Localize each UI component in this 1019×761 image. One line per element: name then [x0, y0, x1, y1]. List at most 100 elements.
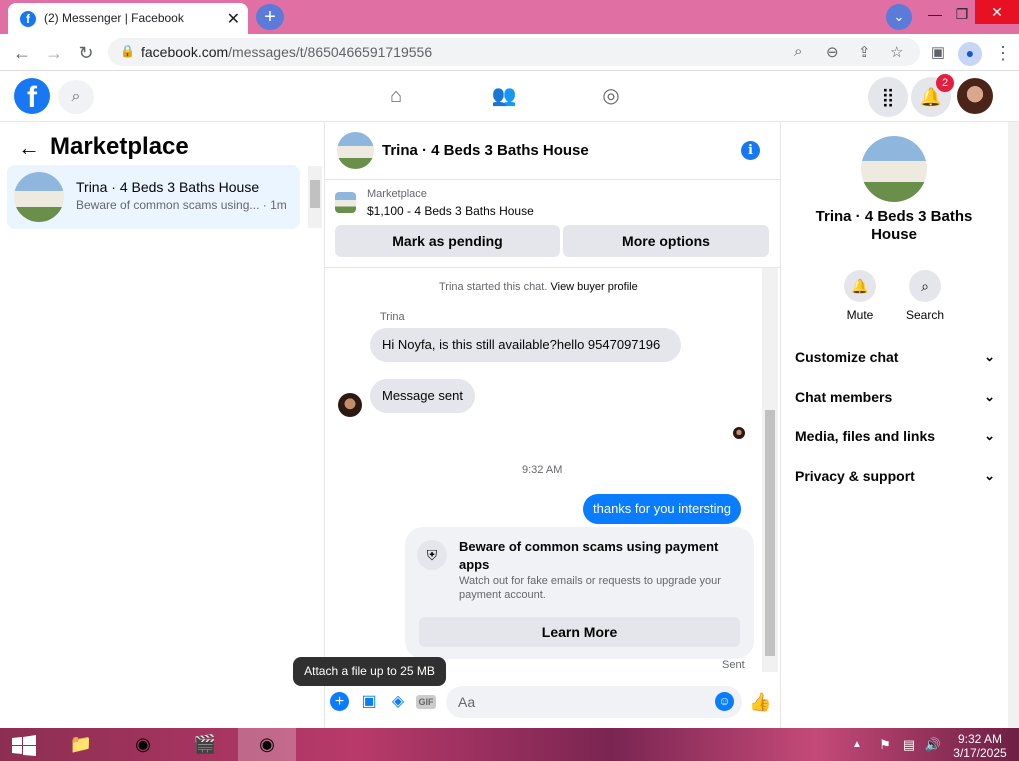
tray-overflow-icon[interactable]: ▲	[842, 728, 872, 761]
tab-search-button[interactable]: ⌄	[886, 4, 912, 30]
chat-list-scrollbar[interactable]	[308, 166, 322, 228]
listing-label: Marketplace	[367, 188, 427, 200]
chevron-down-icon: ⌄	[984, 349, 995, 364]
message-scrollbar[interactable]	[762, 268, 778, 672]
taskbar-clock[interactable]: 9:32 AM 3/17/2025	[950, 732, 1010, 760]
mark-as-pending-button[interactable]: Mark as pending	[335, 225, 560, 257]
listing-thumbnail[interactable]	[335, 192, 356, 213]
sticker-icon[interactable]: ◈	[388, 692, 408, 712]
address-bar[interactable]: 🔒 facebook.com/messages/t/86504665917195…	[108, 38, 920, 66]
menu-privacy-support[interactable]: Privacy & support ⌄	[795, 468, 995, 488]
chat-info-thumbnail[interactable]	[861, 136, 927, 202]
message-list: Trina started this chat. View buyer prof…	[325, 268, 780, 676]
chevron-down-icon: ⌄	[984, 468, 995, 483]
conversation-title[interactable]: Trina · 4 Beds 3 Baths House	[382, 142, 589, 159]
chrome-active-taskbar-icon[interactable]: ◉	[238, 728, 296, 761]
home-icon[interactable]: ⌂	[383, 83, 409, 109]
minimize-button[interactable]: —	[920, 2, 950, 28]
page-scrollbar[interactable]	[1008, 122, 1019, 728]
listing-card: Marketplace $1,100 - 4 Beds 3 Baths Hous…	[325, 180, 780, 268]
side-panel-icon[interactable]: ▣	[927, 42, 949, 64]
tab-title: (2) Messenger | Facebook	[44, 11, 184, 25]
zoom-icon[interactable]: ⊖	[826, 43, 839, 61]
new-tab-button[interactable]: +	[256, 4, 284, 30]
reload-icon[interactable]: ↻	[75, 42, 97, 64]
emoji-icon[interactable]: ☺	[715, 692, 734, 711]
notification-badge: 2	[936, 74, 954, 92]
media-app-icon[interactable]: 🎬	[176, 728, 234, 761]
scam-warning-card: ⛨ Beware of common scams using payment a…	[405, 527, 754, 659]
menu-chat-members[interactable]: Chat members ⌄	[795, 389, 995, 409]
like-thumbs-up-icon[interactable]: 👍	[749, 692, 771, 712]
mute-label: Mute	[846, 308, 874, 322]
groups-icon[interactable]: ◎	[598, 83, 624, 109]
chat-list-panel: ← Marketplace Trina · 4 Beds 3 Baths Hou…	[0, 122, 325, 728]
chat-name: Trina · 4 Beds 3 Baths House	[76, 179, 260, 195]
photo-icon[interactable]: ▣	[359, 692, 379, 712]
chat-list-item[interactable]: Trina · 4 Beds 3 Baths House Beware of c…	[7, 165, 300, 229]
gif-icon[interactable]: GIF	[416, 695, 436, 709]
search-page-icon[interactable]: ⌕	[794, 43, 802, 60]
incoming-message[interactable]: Message sent	[370, 379, 475, 413]
conversation-thumbnail[interactable]	[337, 132, 374, 169]
chat-info-name: Trina · 4 Beds 3 Baths House	[815, 208, 973, 243]
chrome-taskbar-icon[interactable]: ◉	[114, 728, 172, 761]
browser-tab-strip: f (2) Messenger | Facebook ✕ + ⌄ — ❐ ✕	[0, 0, 1019, 34]
friends-icon[interactable]: 👥	[491, 83, 517, 109]
conversation-header: Trina · 4 Beds 3 Baths House i	[325, 122, 780, 180]
clock-time: 9:32 AM	[957, 732, 1003, 746]
facebook-logo-icon[interactable]: f	[14, 78, 50, 114]
sender-avatar[interactable]	[338, 393, 362, 417]
browser-tab[interactable]: f (2) Messenger | Facebook ✕	[8, 3, 248, 34]
clock-date: 3/17/2025	[953, 746, 1007, 760]
add-attachment-icon[interactable]: +	[330, 692, 349, 711]
search-label: Search	[905, 308, 945, 322]
tab-close-icon[interactable]: ✕	[227, 9, 240, 29]
outgoing-message[interactable]: thanks for you intersting	[583, 494, 742, 524]
profile-icon[interactable]: ●	[958, 42, 982, 66]
forward-icon[interactable]: →	[43, 42, 65, 64]
more-options-button[interactable]: More options	[563, 225, 769, 257]
restore-button[interactable]: ❐	[947, 2, 977, 28]
message-input[interactable]: Aa ☺	[446, 686, 742, 718]
marketplace-title: Marketplace	[50, 133, 189, 160]
share-icon[interactable]: ⇪	[858, 43, 871, 61]
facebook-header: f ⌕ ⌂ 👥 ◎ ⣿ 🔔 2	[0, 71, 1019, 122]
message-input-placeholder: Aa	[458, 694, 476, 710]
incoming-message[interactable]: Hi Noyfa, is this still available?hello …	[370, 328, 681, 362]
info-icon[interactable]: i	[741, 141, 760, 160]
bookmark-star-icon[interactable]: ☆	[890, 43, 903, 61]
view-buyer-profile-link[interactable]: View buyer profile	[550, 281, 637, 293]
learn-more-button[interactable]: Learn More	[419, 617, 740, 647]
back-icon[interactable]: ←	[11, 42, 33, 64]
house-thumbnail	[14, 172, 64, 222]
account-avatar[interactable]	[957, 78, 993, 114]
menu-customize-chat[interactable]: Customize chat ⌄	[795, 349, 995, 369]
facebook-search-icon[interactable]: ⌕	[58, 80, 94, 114]
chat-started-notice: Trina started this chat. View buyer prof…	[439, 281, 638, 293]
back-arrow-icon[interactable]: ←	[18, 135, 40, 161]
chrome-menu-icon[interactable]: ⋮	[992, 42, 1014, 64]
bell-icon: 🔔	[844, 270, 876, 302]
window-close-button[interactable]: ✕	[975, 0, 1019, 24]
search-icon: ⌕	[909, 270, 941, 302]
scam-warning-title: Beware of common scams using payment app…	[459, 539, 719, 572]
url-text: facebook.com/messages/t/8650466591719556	[141, 44, 433, 60]
menu-grid-icon[interactable]: ⣿	[868, 77, 908, 117]
mute-action[interactable]: 🔔 Mute	[830, 270, 890, 322]
listing-price-title[interactable]: $1,100 - 4 Beds 3 Baths House	[367, 204, 534, 218]
sender-name: Trina	[380, 311, 405, 323]
menu-media-files-links[interactable]: Media, files and links ⌄	[795, 428, 995, 448]
sent-status: Sent	[722, 659, 745, 671]
shield-icon: ⛨	[417, 540, 447, 570]
windows-start-icon[interactable]	[10, 735, 38, 757]
chevron-down-icon: ⌄	[984, 428, 995, 443]
scam-warning-description: Watch out for fake emails or requests to…	[459, 575, 721, 601]
chat-info-panel: Trina · 4 Beds 3 Baths House 🔔 Mute ⌕ Se…	[780, 122, 1019, 728]
message-timestamp: 9:32 AM	[522, 464, 563, 476]
file-explorer-icon[interactable]: 📁	[52, 728, 110, 761]
read-receipt-avatar	[733, 427, 745, 439]
search-action[interactable]: ⌕ Search	[895, 270, 955, 322]
volume-icon[interactable]: 🔊	[918, 728, 948, 761]
lock-icon: 🔒	[120, 44, 135, 58]
